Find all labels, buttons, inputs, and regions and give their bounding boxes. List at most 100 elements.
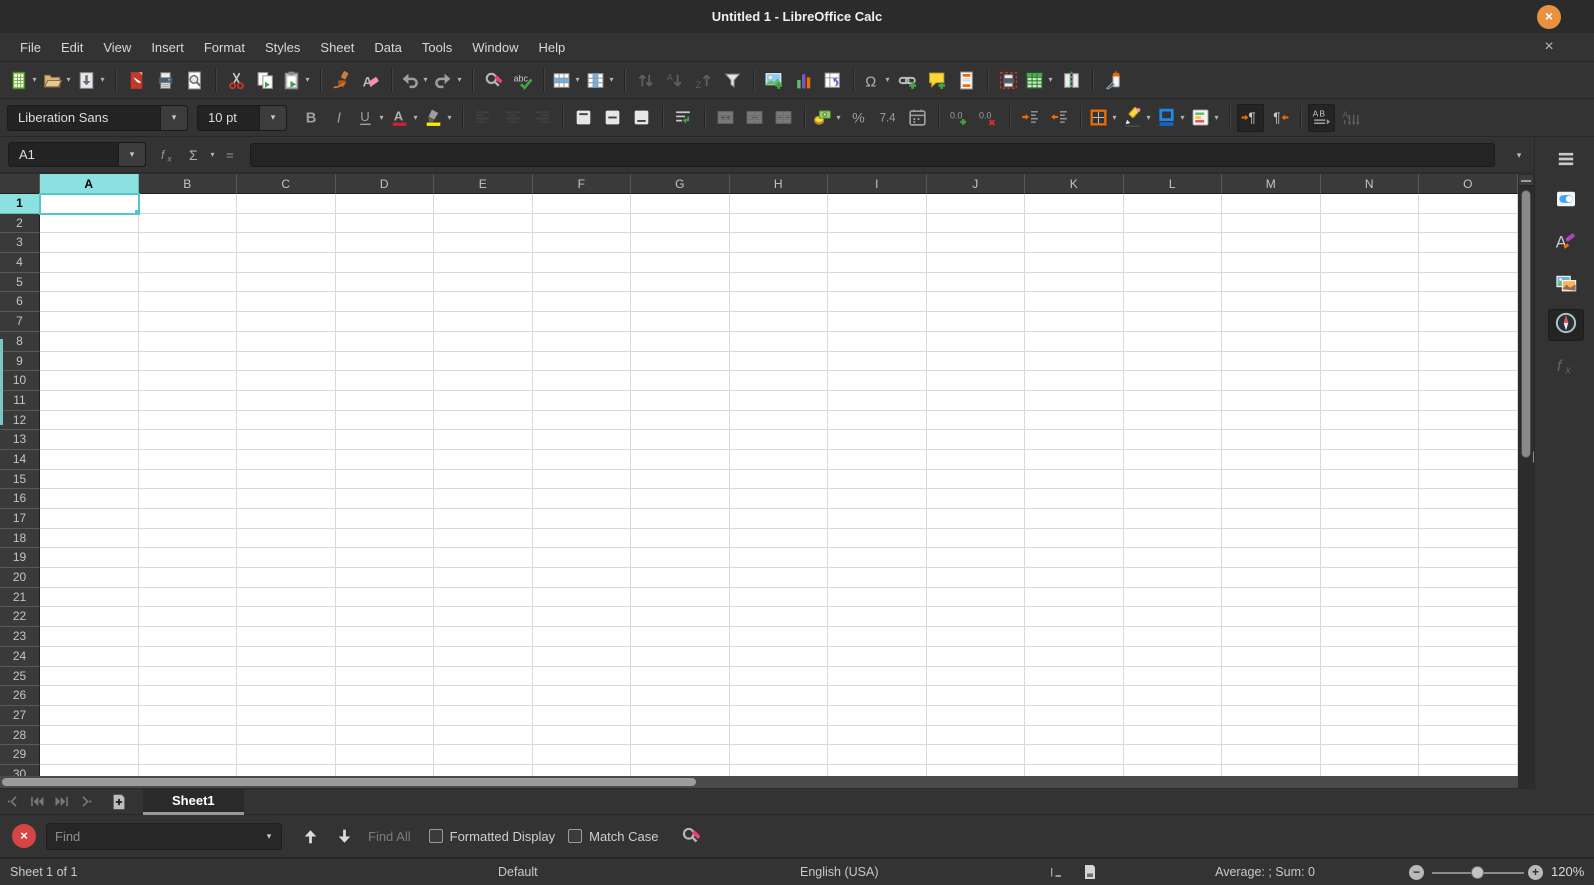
cell[interactable] xyxy=(434,272,533,293)
cell[interactable] xyxy=(40,430,139,450)
cell[interactable] xyxy=(138,430,237,450)
cell[interactable] xyxy=(138,410,237,431)
insert-row-button[interactable]: ▾ xyxy=(551,66,583,94)
sort-button[interactable] xyxy=(632,66,659,94)
cell[interactable] xyxy=(335,292,434,313)
row-header-11[interactable]: 11 xyxy=(0,390,40,411)
cell[interactable] xyxy=(1025,528,1124,549)
name-box[interactable]: A1 ▾ xyxy=(8,142,146,167)
decrease-indent-button[interactable] xyxy=(1046,104,1073,132)
cell[interactable] xyxy=(631,607,730,628)
cell[interactable] xyxy=(138,331,237,352)
align-top-button[interactable] xyxy=(570,104,597,132)
cell[interactable] xyxy=(1123,627,1222,647)
cell[interactable] xyxy=(1320,410,1419,431)
cell[interactable] xyxy=(926,666,1025,687)
cell[interactable] xyxy=(237,410,336,431)
cell[interactable] xyxy=(1419,666,1518,687)
cell[interactable] xyxy=(138,725,237,746)
cell[interactable] xyxy=(1025,331,1124,352)
cell[interactable] xyxy=(1123,607,1222,628)
chevron-down-icon[interactable]: ▾ xyxy=(572,66,583,94)
cell[interactable] xyxy=(434,666,533,687)
cell[interactable] xyxy=(828,568,927,588)
cell[interactable] xyxy=(40,272,139,293)
cell[interactable] xyxy=(335,528,434,549)
chevron-down-icon[interactable]: ▾ xyxy=(63,66,74,94)
delete-decimal-button[interactable]: 0.0 xyxy=(975,104,1002,132)
cell[interactable] xyxy=(532,194,631,214)
cell[interactable] xyxy=(434,292,533,313)
number-format-button[interactable]: 7.4 xyxy=(875,104,902,132)
cell[interactable] xyxy=(40,705,139,726)
cell[interactable] xyxy=(1222,666,1321,687)
cell[interactable] xyxy=(1123,509,1222,529)
cell[interactable] xyxy=(532,449,631,470)
cell[interactable] xyxy=(1419,745,1518,765)
cell[interactable] xyxy=(1320,351,1419,372)
cell[interactable] xyxy=(1222,627,1321,647)
cell[interactable] xyxy=(1222,607,1321,628)
cell[interactable] xyxy=(1419,548,1518,569)
cell[interactable] xyxy=(828,351,927,372)
cell[interactable] xyxy=(1222,390,1321,411)
cell[interactable] xyxy=(532,312,631,332)
cell[interactable] xyxy=(1320,430,1419,450)
date-format-button[interactable] xyxy=(904,104,931,132)
cell[interactable] xyxy=(926,312,1025,332)
cell[interactable] xyxy=(926,489,1025,509)
cell[interactable] xyxy=(631,430,730,450)
cell[interactable] xyxy=(926,194,1025,214)
cell[interactable] xyxy=(335,469,434,490)
cell[interactable] xyxy=(1320,686,1419,706)
cell[interactable] xyxy=(237,233,336,254)
cell[interactable] xyxy=(1123,469,1222,490)
cell[interactable] xyxy=(434,469,533,490)
cell[interactable] xyxy=(1025,745,1124,765)
cell[interactable] xyxy=(434,705,533,726)
column-header-B[interactable]: B xyxy=(138,174,237,194)
row-header-20[interactable]: 20 xyxy=(0,568,40,588)
cell[interactable] xyxy=(40,213,139,234)
cell[interactable] xyxy=(335,666,434,687)
cell[interactable] xyxy=(532,646,631,667)
cell[interactable] xyxy=(729,725,828,746)
print-area-button[interactable] xyxy=(995,66,1022,94)
cell[interactable] xyxy=(828,331,927,352)
row-header-29[interactable]: 29 xyxy=(0,745,40,765)
cell[interactable] xyxy=(138,686,237,706)
cell[interactable] xyxy=(926,568,1025,588)
cell[interactable] xyxy=(828,469,927,490)
cell[interactable] xyxy=(40,548,139,569)
cell[interactable] xyxy=(138,627,237,647)
cell[interactable] xyxy=(1123,410,1222,431)
cell[interactable] xyxy=(1123,331,1222,352)
cell[interactable] xyxy=(335,272,434,293)
cell[interactable] xyxy=(828,528,927,549)
cell[interactable] xyxy=(926,371,1025,391)
cell[interactable] xyxy=(237,272,336,293)
document-modified-icon[interactable] xyxy=(1080,862,1100,882)
cell[interactable] xyxy=(1419,725,1518,746)
menu-data[interactable]: Data xyxy=(364,33,411,62)
cell[interactable] xyxy=(1419,312,1518,332)
cell[interactable] xyxy=(40,253,139,273)
cell[interactable] xyxy=(237,509,336,529)
cell[interactable] xyxy=(434,489,533,509)
headers-footers-button[interactable] xyxy=(953,66,980,94)
chevron-down-icon[interactable]: ▾ xyxy=(454,66,465,94)
row-header-13[interactable]: 13 xyxy=(0,430,40,450)
cell[interactable] xyxy=(1222,410,1321,431)
column-header-L[interactable]: L xyxy=(1123,174,1222,194)
cell[interactable] xyxy=(729,233,828,254)
merge-center-button[interactable] xyxy=(712,104,739,132)
find-input[interactable] xyxy=(47,828,257,844)
cell[interactable] xyxy=(138,509,237,529)
cell[interactable] xyxy=(335,331,434,352)
row-header-4[interactable]: 4 xyxy=(0,253,40,273)
menu-edit[interactable]: Edit xyxy=(51,33,93,62)
conditional-formatting-button[interactable]: ▾ xyxy=(1190,104,1222,132)
cell[interactable] xyxy=(1123,725,1222,746)
cell[interactable] xyxy=(926,587,1025,608)
cell[interactable] xyxy=(828,410,927,431)
